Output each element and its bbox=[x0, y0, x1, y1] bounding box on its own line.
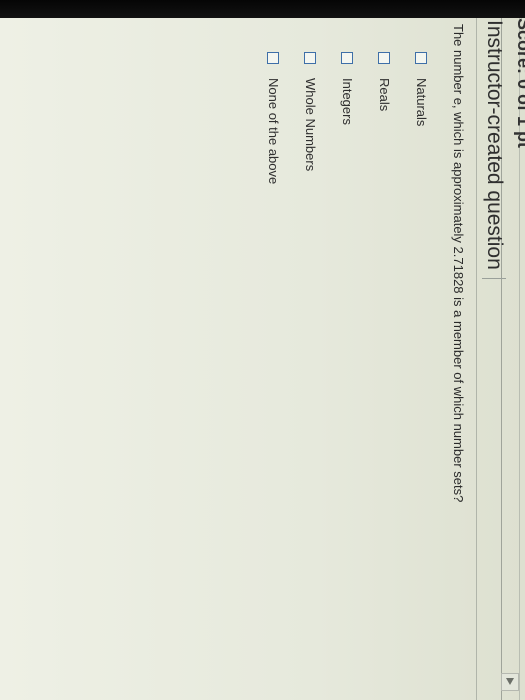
option-label: Integers bbox=[340, 78, 355, 125]
option-whole-numbers[interactable]: Whole Numbers bbox=[297, 52, 324, 184]
checkbox[interactable] bbox=[267, 52, 280, 64]
question-prompt: The number e, which is approximately 2.7… bbox=[451, 24, 466, 503]
checkbox[interactable] bbox=[415, 52, 428, 64]
checkbox[interactable] bbox=[341, 52, 354, 64]
screen: Score: 0 of 1 pt Instructor-created ques… bbox=[0, 0, 525, 700]
option-naturals[interactable]: Naturals bbox=[408, 52, 435, 184]
option-label: None of the above bbox=[266, 78, 281, 185]
option-none-of-the-above[interactable]: None of the above bbox=[260, 52, 287, 184]
header-divider bbox=[476, 18, 477, 700]
rotated-content: Score: 0 of 1 pt Instructor-created ques… bbox=[0, 18, 525, 700]
option-label: Naturals bbox=[414, 78, 429, 127]
option-label: Whole Numbers bbox=[303, 78, 318, 172]
answer-options: Naturals Reals Integers Whole Numbers No… bbox=[250, 52, 435, 184]
option-integers[interactable]: Integers bbox=[334, 52, 361, 184]
dark-top-edge bbox=[0, 0, 525, 18]
option-label: Reals bbox=[377, 78, 392, 112]
collapse-button[interactable] bbox=[501, 673, 519, 691]
question-title: Instructor-created question bbox=[483, 20, 506, 270]
score-text: Score: 0 of 1 pt bbox=[514, 18, 525, 149]
triangle-right-icon bbox=[506, 678, 514, 685]
checkbox[interactable] bbox=[304, 52, 317, 64]
title-separator bbox=[482, 277, 506, 279]
question-title-row: Instructor-created question bbox=[480, 20, 508, 279]
option-reals[interactable]: Reals bbox=[371, 52, 398, 184]
checkbox[interactable] bbox=[378, 52, 391, 64]
